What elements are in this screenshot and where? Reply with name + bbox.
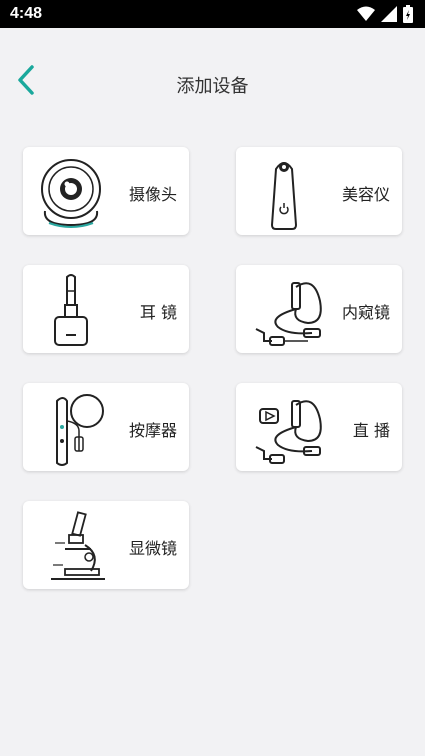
signal-icon <box>381 6 397 22</box>
endoscope-icon <box>255 282 322 346</box>
camera-icon <box>41 159 101 228</box>
device-label: 耳 镜 <box>139 303 177 322</box>
device-card-camera[interactable]: 摄像头 <box>23 147 189 235</box>
device-label: 显微镜 <box>128 539 177 558</box>
device-label: 直 播 <box>352 421 390 440</box>
header: 添加设备 <box>0 28 425 138</box>
otoscope-icon <box>54 274 88 346</box>
device-label: 摄像头 <box>128 185 177 204</box>
device-label: 内窥镜 <box>341 303 390 322</box>
device-card-microscope[interactable]: 显微镜 <box>23 501 189 589</box>
device-label: 按摩器 <box>128 421 177 440</box>
battery-icon <box>403 5 413 23</box>
live-stream-icon <box>255 400 322 464</box>
device-card-otoscope[interactable]: 耳 镜 <box>23 265 189 353</box>
status-bar: 4:48 <box>0 0 425 28</box>
massager-icon <box>56 394 104 466</box>
device-label: 美容仪 <box>341 185 390 204</box>
beauty-device-icon <box>270 162 298 230</box>
device-card-live[interactable]: 直 播 <box>236 383 402 471</box>
wifi-icon <box>357 6 375 21</box>
device-card-endoscope[interactable]: 内窥镜 <box>236 265 402 353</box>
status-time: 4:48 <box>10 5 43 22</box>
status-icons <box>357 5 413 23</box>
page-title: 添加设备 <box>176 76 249 97</box>
device-card-massager[interactable]: 按摩器 <box>23 383 189 471</box>
microscope-icon <box>51 511 105 580</box>
device-card-beauty[interactable]: 美容仪 <box>236 147 402 235</box>
